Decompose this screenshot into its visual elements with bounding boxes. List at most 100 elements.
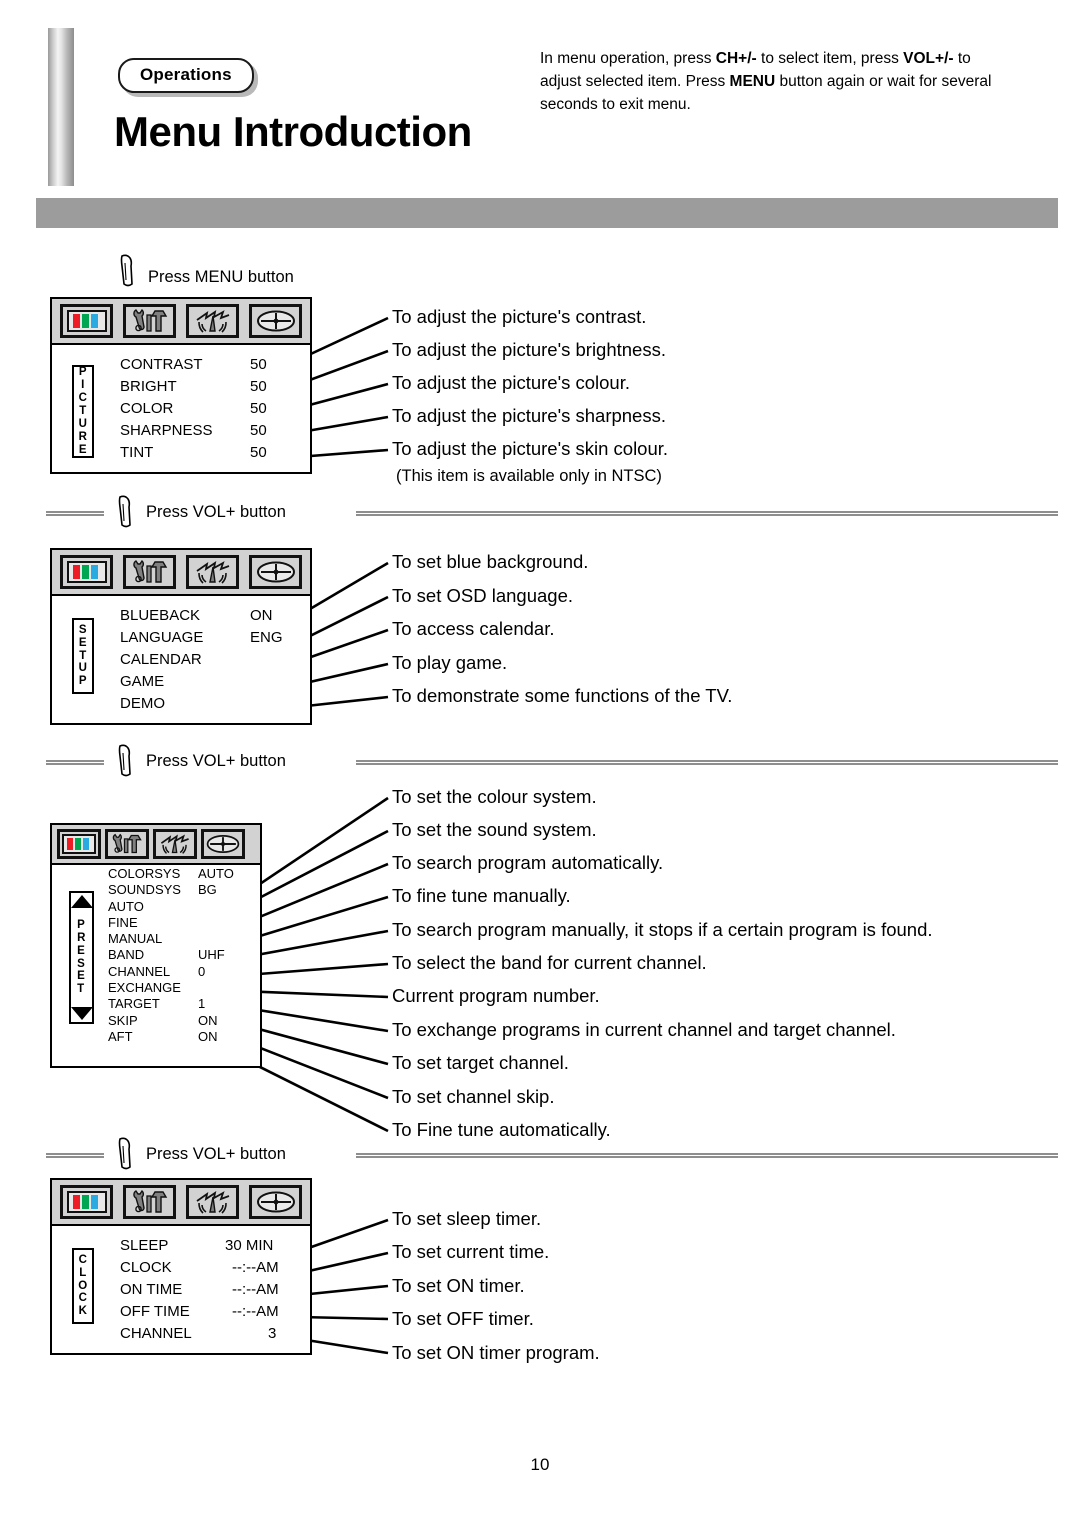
description-text: To adjust the picture's colour.	[392, 372, 630, 393]
antenna-tuning-icon[interactable]	[186, 304, 239, 338]
header-grey-band	[36, 198, 1058, 228]
decorative-chrome-bar	[48, 28, 74, 186]
osd-row-key: DEMO	[120, 695, 165, 712]
rgb-color-bars-icon[interactable]	[60, 555, 113, 589]
osd-vertical-label-setup: SETUP	[72, 618, 94, 694]
osd-menu-setup: SETUP BLUEBACK ON LANGUAGE ENG CALENDAR GA…	[50, 548, 312, 725]
osd-row[interactable]: CALENDAR	[120, 652, 203, 674]
osd-row[interactable]: AFT ON	[108, 1030, 218, 1046]
description-text: To access calendar.	[392, 618, 555, 639]
osd-row[interactable]: AUTO	[108, 900, 181, 916]
osd-row-value: 50	[250, 378, 267, 395]
osd-row[interactable]: BLUEBACK ON	[120, 608, 273, 630]
vlabel-char: O	[78, 1279, 88, 1292]
crosshair-oval-icon[interactable]	[249, 304, 302, 338]
osd-vertical-label-preset: PRESET	[69, 891, 94, 1024]
scroll-up-arrow-icon[interactable]	[70, 895, 93, 908]
wrench-hammer-icon[interactable]	[123, 1185, 176, 1219]
osd-row[interactable]: TARGET 1	[108, 996, 205, 1013]
osd-rows-picture: CONTRAST 50 BRIGHT 50 COLOR 50 SHARPNESS 50 …	[120, 357, 267, 467]
description-text: To set the colour system.	[392, 786, 597, 807]
description-text: To play game.	[392, 652, 508, 673]
osd-row[interactable]: CHANNEL 0	[108, 965, 205, 981]
osd-row[interactable]: EXCHANGE	[108, 981, 181, 997]
description-text: To adjust the picture's brightness.	[392, 339, 666, 360]
wrench-hammer-icon[interactable]	[105, 829, 149, 859]
osd-row[interactable]: MANUAL	[108, 932, 181, 948]
osd-row-key: TARGET	[108, 996, 160, 1012]
crosshair-oval-icon[interactable]	[249, 555, 302, 589]
osd-row[interactable]: SKIP ON	[108, 1014, 218, 1030]
osd-row-value: ENG	[250, 629, 283, 646]
osd-row[interactable]: SLEEP 30 MIN	[120, 1238, 310, 1260]
vlabel-char: E	[77, 944, 86, 957]
osd-icon-row	[52, 1180, 310, 1226]
vlabel-char: P	[78, 366, 88, 379]
rgb-color-bars-icon[interactable]	[60, 304, 113, 338]
osd-row-value: --:--AM	[232, 1259, 279, 1276]
antenna-tuning-icon[interactable]	[186, 1185, 239, 1219]
vlabel-char: C	[78, 1253, 88, 1266]
osd-row-key: SOUNDSYS	[108, 882, 181, 898]
osd-row[interactable]: ON TIME --:--AM	[120, 1282, 310, 1304]
description-text: To adjust the picture's sharpness.	[392, 405, 666, 426]
osd-body-preset: PRESET COLORSYS AUTO SOUNDSYS BG AUTO FINE…	[52, 865, 260, 1043]
step-1-label: Press MENU button	[148, 268, 294, 286]
vlabel-char: T	[79, 405, 87, 418]
osd-row[interactable]: LANGUAGE ENG	[120, 629, 283, 652]
antenna-tuning-icon[interactable]	[186, 555, 239, 589]
osd-row-value: 50	[250, 400, 267, 417]
description-text: To set blue background.	[392, 551, 589, 572]
osd-rows-clock: SLEEP 30 MIN CLOCK --:--AM ON TIME --:--AM …	[120, 1238, 310, 1348]
osd-row[interactable]: COLOR 50	[120, 401, 267, 423]
rgb-color-bars-icon[interactable]	[60, 1185, 113, 1219]
scroll-down-arrow-icon[interactable]	[70, 1007, 93, 1020]
osd-row-key: LANGUAGE	[120, 629, 204, 646]
osd-row[interactable]: TINT 50	[120, 445, 267, 467]
vlabel-char: U	[78, 662, 88, 675]
osd-row[interactable]: COLORSYS AUTO	[108, 867, 234, 883]
osd-vertical-label-clock: CLOCK	[72, 1248, 94, 1324]
osd-row[interactable]: CHANNEL 3	[120, 1326, 310, 1348]
osd-row[interactable]: DEMO	[120, 696, 203, 718]
crosshair-oval-icon[interactable]	[249, 1185, 302, 1219]
section-tag-operations: Operations	[118, 58, 254, 93]
osd-row[interactable]: CLOCK --:--AM	[120, 1260, 310, 1282]
antenna-tuning-icon[interactable]	[153, 829, 197, 859]
osd-row[interactable]: BAND UHF	[108, 948, 225, 964]
step-divider-3: Press VOL+ button	[46, 744, 1058, 780]
pointing-hand-icon	[118, 495, 131, 528]
osd-icon-row	[52, 825, 260, 865]
wrench-hammer-icon[interactable]	[123, 304, 176, 338]
osd-row[interactable]: FINE	[108, 916, 181, 932]
step-2-label: Press VOL+ button	[146, 503, 286, 521]
osd-row[interactable]: OFF TIME --:--AM	[120, 1304, 310, 1326]
osd-row-value: 1	[198, 996, 206, 1012]
rgb-color-bars-icon[interactable]	[57, 829, 101, 859]
osd-row-key: CLOCK	[120, 1259, 172, 1276]
divider-rule-right	[356, 511, 1058, 516]
osd-row[interactable]: SHARPNESS 50	[120, 423, 267, 445]
divider-rule-right	[356, 1153, 1058, 1158]
osd-row-key: CHANNEL	[120, 1325, 192, 1342]
vlabel-char: R	[77, 931, 86, 944]
pointing-hand-icon	[118, 1137, 131, 1170]
osd-row[interactable]: BRIGHT 50	[120, 379, 267, 401]
osd-menu-picture: PICTURE CONTRAST 50 BRIGHT 50 COLOR 50 SHAR…	[50, 297, 312, 474]
osd-rows-setup: BLUEBACK ON LANGUAGE ENG CALENDAR GAME DEM…	[120, 608, 283, 718]
osd-row-value: --:--AM	[232, 1303, 279, 1320]
vlabel-char: R	[78, 430, 88, 443]
crosshair-oval-icon[interactable]	[201, 829, 245, 859]
description-text: To adjust the picture's skin colour.	[392, 438, 669, 459]
description-text: To adjust the picture's contrast.	[392, 306, 647, 327]
osd-row-value: 3	[268, 1325, 277, 1342]
wrench-hammer-icon[interactable]	[123, 555, 176, 589]
vlabel-char: P	[78, 675, 88, 688]
osd-row[interactable]: GAME	[120, 674, 203, 696]
osd-row-value: 30 MIN	[225, 1237, 274, 1254]
osd-row[interactable]: SOUNDSYS BG	[108, 882, 217, 899]
osd-row[interactable]: CONTRAST 50	[120, 357, 267, 379]
intro-key-menu: MENU	[729, 72, 776, 90]
vlabel-char: T	[77, 983, 85, 996]
vlabel-char: I	[81, 379, 85, 392]
